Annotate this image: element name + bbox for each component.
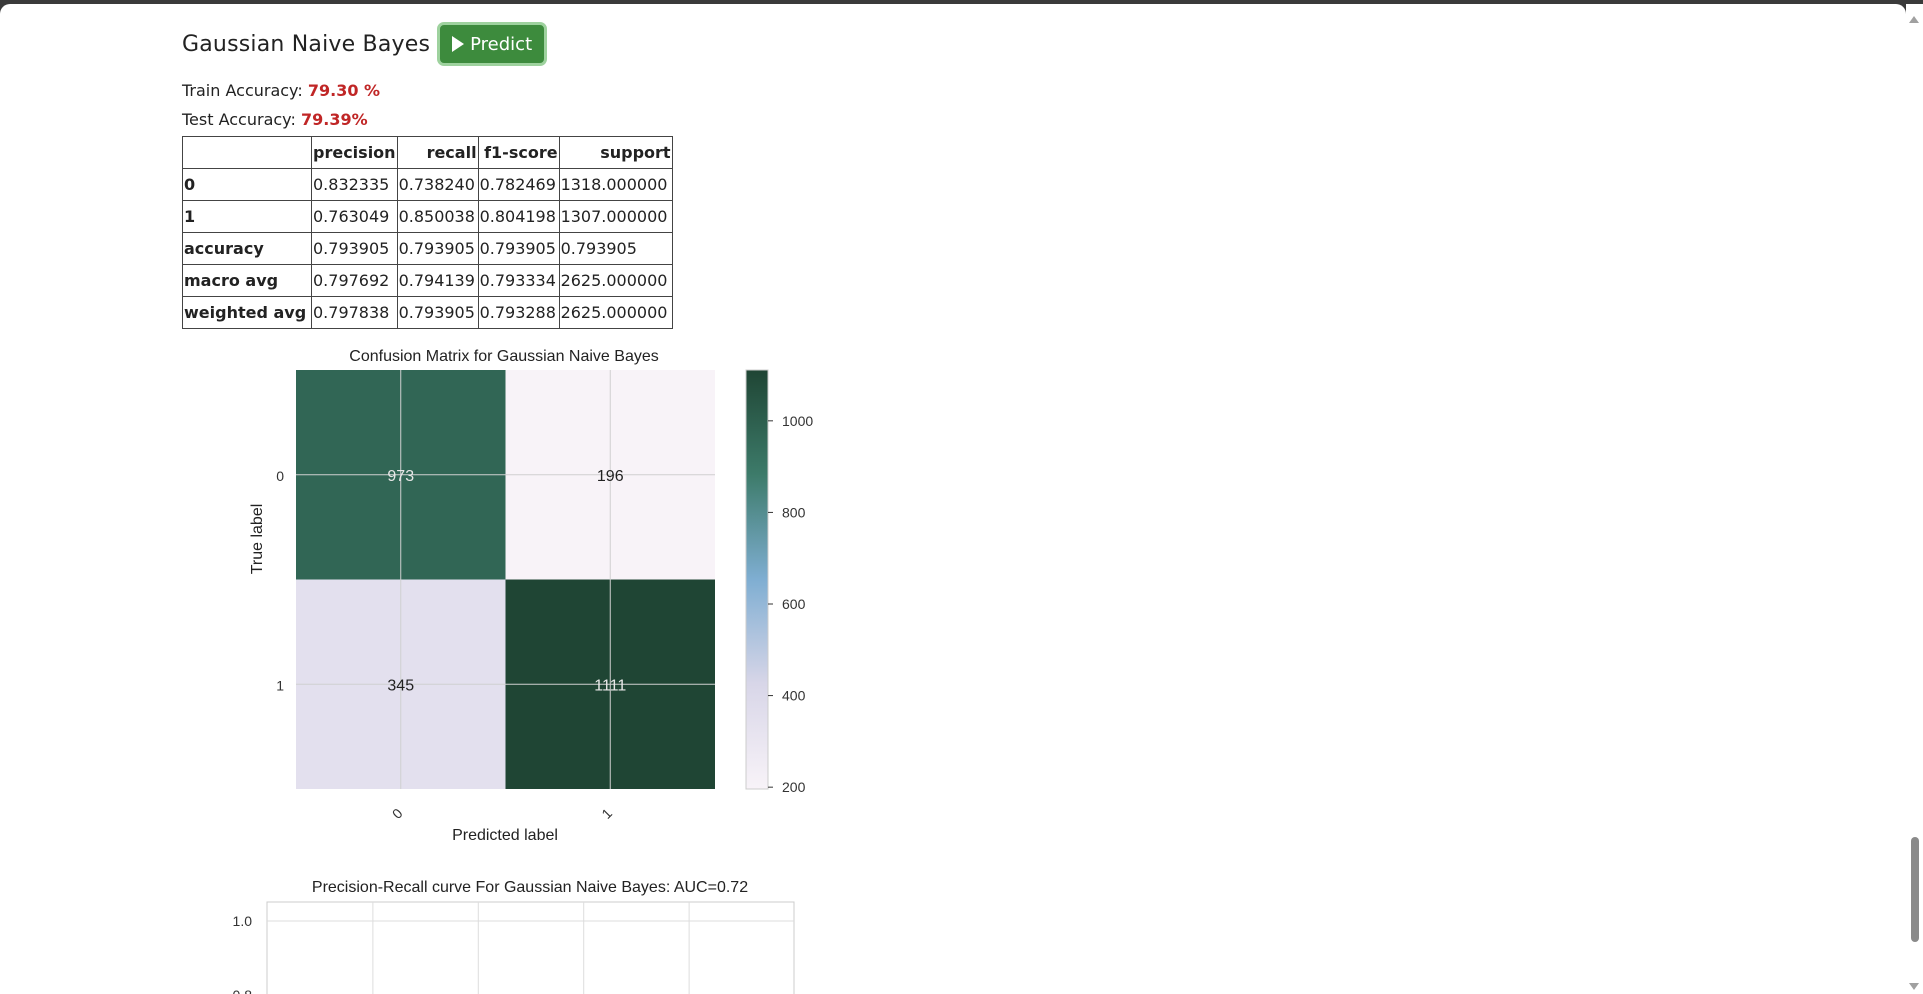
x-tick-label: 1	[598, 805, 615, 822]
predict-button-label: Predict	[470, 33, 533, 55]
x-tick-label: 0	[389, 805, 406, 822]
table-header-row: precision recall f1-score support	[182, 136, 673, 169]
table-header-cell: precision	[311, 136, 398, 169]
table-cell: 0.793905	[311, 232, 398, 265]
table-header-cell: f1-score	[477, 136, 560, 169]
table-cell: 0.738240	[396, 168, 479, 201]
table-row-label: 0	[182, 168, 312, 201]
y-tick-label: 0.8	[233, 987, 253, 994]
play-icon	[452, 36, 465, 52]
table-cell: 0.793334	[477, 264, 560, 297]
colorbar-tick-label: 600	[782, 596, 806, 612]
table-cell: 0.832335	[311, 168, 398, 201]
y-tick-label: 1	[276, 677, 284, 693]
table-row: 0 0.832335 0.738240 0.782469 1318.000000	[182, 168, 673, 201]
scroll-up-arrow-icon[interactable]	[1909, 16, 1919, 23]
vertical-scrollbar[interactable]	[1906, 4, 1923, 994]
table-cell: 0.782469	[477, 168, 560, 201]
table-cell: 0.763049	[311, 200, 398, 233]
table-row-label: 1	[182, 200, 312, 233]
table-cell: 0.850038	[396, 200, 479, 233]
pr-chart-title: Precision-Recall curve For Gaussian Naiv…	[312, 879, 748, 896]
model-heading-row: Gaussian Naive Bayes Predict	[182, 22, 548, 66]
colorbar-tick-label: 800	[782, 504, 806, 520]
confusion-matrix-title: Confusion Matrix for Gaussian Naive Baye…	[349, 348, 658, 365]
table-header-cell	[182, 136, 312, 169]
train-accuracy: Train Accuracy: 79.30 %	[182, 81, 380, 100]
train-accuracy-label: Train Accuracy:	[182, 81, 303, 100]
table-cell: 0.793288	[477, 296, 560, 329]
test-accuracy-value: 79.39%	[300, 110, 368, 129]
precision-recall-chart: Precision-Recall curve For Gaussian Naiv…	[233, 879, 795, 994]
heatmap-cell-label: 345	[387, 677, 414, 694]
pr-plot-frame	[266, 901, 795, 994]
table-header-cell: recall	[396, 136, 479, 169]
table-cell: 1318.000000	[558, 168, 673, 201]
table-cell: 0.793905	[396, 296, 479, 329]
train-accuracy-value: 79.30 %	[307, 81, 381, 100]
table-cell: 1307.000000	[558, 200, 673, 233]
table-cell: 0.793905	[477, 232, 560, 265]
scroll-down-arrow-icon[interactable]	[1909, 983, 1919, 990]
table-row-label: accuracy	[182, 232, 312, 265]
table-row: weighted avg 0.797838 0.793905 0.793288 …	[182, 296, 673, 329]
colorbar	[745, 369, 769, 790]
colorbar-tick-label: 400	[782, 688, 806, 704]
heatmap-cell-label: 1111	[594, 677, 626, 694]
table-header-cell: support	[558, 136, 673, 169]
table-cell: 0.797838	[311, 296, 398, 329]
table-cell: 0.794139	[396, 264, 479, 297]
colorbar-ticks: 1000 800 600 400 200	[768, 413, 813, 795]
x-axis-label: Predicted label	[452, 827, 558, 844]
table-cell: 2625.000000	[558, 296, 673, 329]
y-tick-labels: 01	[276, 468, 284, 694]
test-accuracy: Test Accuracy: 79.39%	[182, 110, 368, 129]
heatmap-cell-label: 973	[387, 468, 414, 485]
scrollbar-thumb[interactable]	[1911, 837, 1919, 942]
colorbar-tick-label: 200	[782, 779, 806, 795]
table-cell: 0.793905	[558, 232, 673, 265]
page-viewport: Gaussian Naive Bayes Predict Train Accur…	[0, 4, 1906, 994]
table-row-label: weighted avg	[182, 296, 312, 329]
pr-y-tick-labels: 1.0 0.8	[233, 913, 253, 994]
confusion-matrix-chart: Confusion Matrix for Gaussian Naive Baye…	[249, 348, 813, 844]
model-title: Gaussian Naive Bayes	[182, 31, 431, 57]
colorbar-tick-label: 1000	[782, 413, 813, 429]
x-tick-labels: 01	[389, 805, 615, 822]
classification-report-table: precision recall f1-score support 0 0.83…	[182, 136, 673, 329]
predict-button[interactable]: Predict	[437, 22, 548, 66]
table-cell: 2625.000000	[558, 264, 673, 297]
y-tick-label: 0	[276, 468, 284, 484]
y-axis-label: True label	[249, 504, 266, 575]
table-cell: 0.797692	[311, 264, 398, 297]
test-accuracy-label: Test Accuracy:	[182, 110, 296, 129]
table-row-label: macro avg	[182, 264, 312, 297]
heatmap-cell-label: 196	[597, 468, 624, 485]
table-row: 1 0.763049 0.850038 0.804198 1307.000000	[182, 200, 673, 233]
table-row: macro avg 0.797692 0.794139 0.793334 262…	[182, 264, 673, 297]
table-cell: 0.804198	[477, 200, 560, 233]
table-row: accuracy 0.793905 0.793905 0.793905 0.79…	[182, 232, 673, 265]
y-tick-label: 1.0	[233, 913, 253, 929]
table-cell: 0.793905	[396, 232, 479, 265]
confusion-matrix-cells	[296, 370, 715, 789]
